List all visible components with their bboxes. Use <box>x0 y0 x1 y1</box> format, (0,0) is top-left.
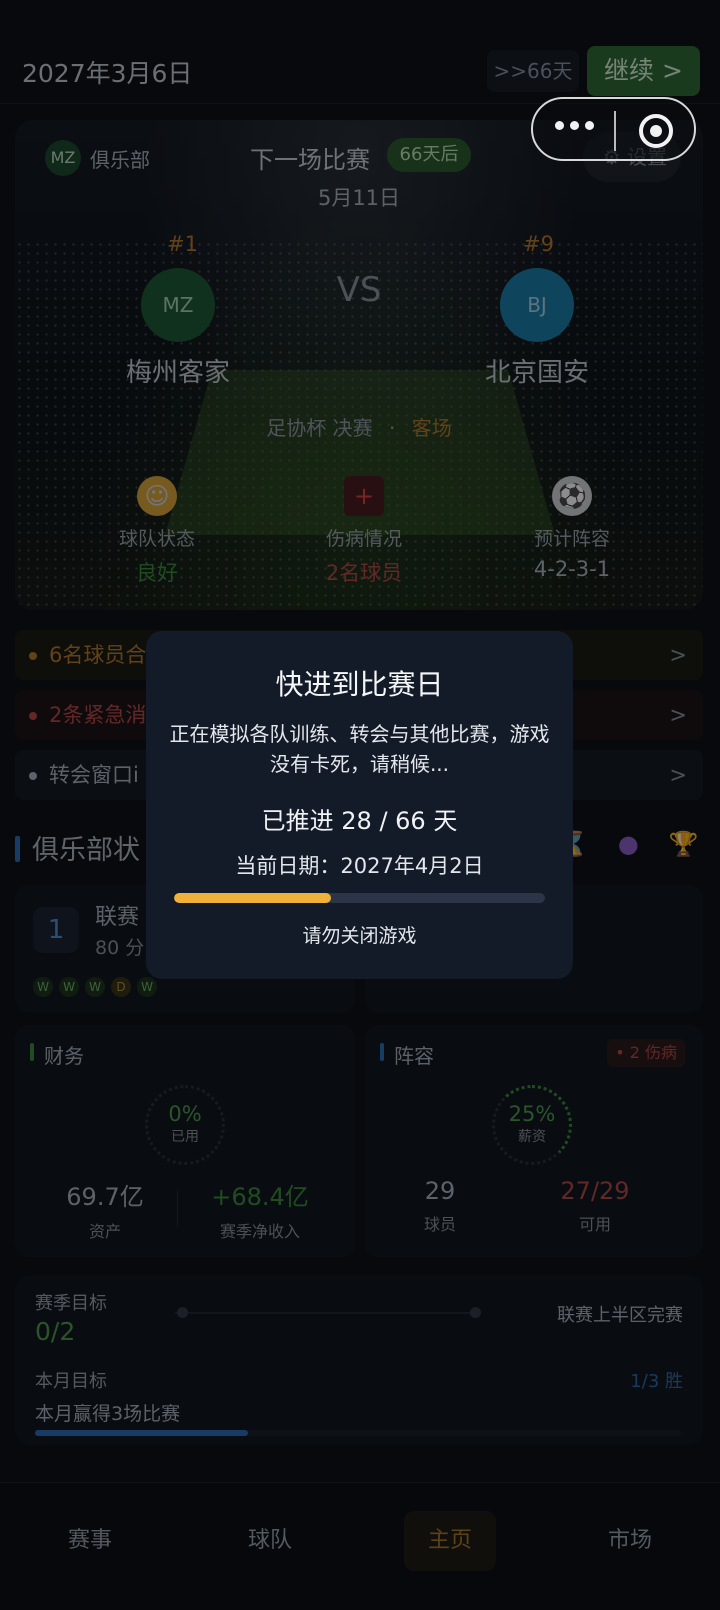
current-sim-date: 当前日期：2027年4月2日 <box>235 854 484 878</box>
miniprogram-capsule <box>531 97 696 161</box>
warning-text: 请勿关闭游戏 <box>302 925 417 947</box>
progress-bar-fill <box>174 893 332 903</box>
progress-bar <box>174 893 545 903</box>
dialog-title: 快进到比赛日 <box>275 668 444 701</box>
capsule-divider <box>614 111 616 151</box>
fast-forward-dialog: 快进到比赛日 正在模拟各队训练、转会与其他比赛，游戏没有卡死，请稍候... 已推… <box>146 631 573 979</box>
home-screen: 2027年3月6日 >>66天 继续 > MZ 俱乐部 下一场比赛 66天后 ⚙… <box>0 0 720 1610</box>
close-miniprogram-icon[interactable] <box>639 114 673 148</box>
progress-text: 已推进 28 / 66 天 <box>261 807 458 835</box>
dialog-description: 正在模拟各队训练、转会与其他比赛，游戏没有卡死，请稍候... <box>169 722 550 776</box>
more-menu-icon[interactable] <box>555 121 594 130</box>
